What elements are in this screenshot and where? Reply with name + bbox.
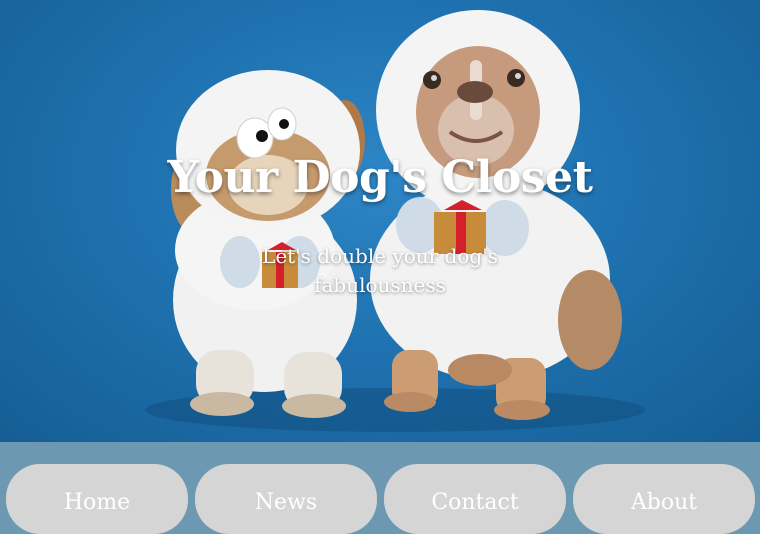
hero-image — [145, 10, 645, 432]
right-dog — [370, 10, 622, 420]
nav-news-button[interactable]: News — [195, 464, 377, 534]
hero-banner: Your Dog's Closet Let's double your dog'… — [0, 0, 760, 442]
nav-home-button[interactable]: Home — [6, 464, 188, 534]
nav-about-button[interactable]: About — [573, 464, 755, 534]
page-subtitle: Let's double your dog's fabulousness — [262, 244, 498, 297]
page-title: Your Dog's Closet — [167, 152, 593, 203]
main-nav: Home News Contact About — [0, 442, 760, 534]
nav-contact-button[interactable]: Contact — [384, 464, 566, 534]
